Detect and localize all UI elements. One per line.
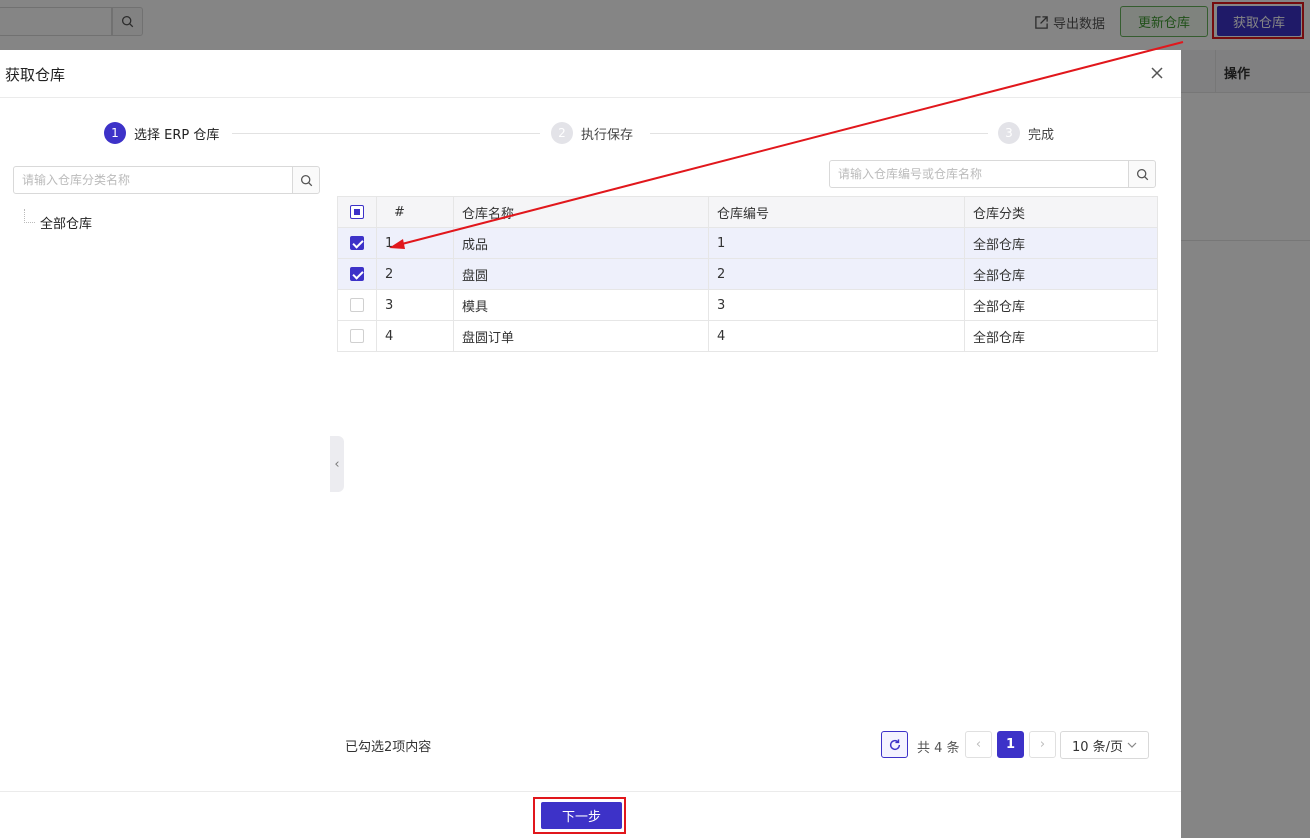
cell-warehouse-category: 全部仓库 — [964, 227, 1158, 259]
cell-index: 4 — [376, 320, 454, 352]
collapse-panel-handle[interactable]: ‹ — [330, 436, 344, 492]
selected-count-text: 已勾选2项内容 — [345, 740, 432, 755]
step-connector — [232, 133, 540, 134]
row-checkbox[interactable] — [350, 298, 364, 312]
page-1-button[interactable]: 1 — [997, 731, 1024, 758]
page-size-select[interactable]: 10 条/页 — [1060, 731, 1149, 759]
dialog-title: 获取仓库 — [5, 66, 66, 84]
chevron-down-icon — [1127, 742, 1137, 748]
step-number: 1 — [104, 122, 126, 144]
table-row[interactable]: 3 模具 3 全部仓库 — [337, 289, 1158, 321]
select-all-checkbox[interactable] — [350, 205, 364, 219]
row-select-cell[interactable] — [337, 258, 377, 290]
row-checkbox[interactable] — [350, 236, 364, 250]
tree-guide-line — [24, 209, 35, 223]
step-label: 选择 ERP 仓库 — [134, 127, 220, 143]
row-select-cell[interactable] — [337, 289, 377, 321]
cell-warehouse-name: 盘圆 — [453, 258, 709, 290]
pagination-total: 共 4 条 — [917, 741, 960, 756]
warehouse-search-input[interactable] — [829, 160, 1129, 188]
step-connector — [650, 133, 988, 134]
column-header-category: 仓库分类 — [964, 196, 1158, 228]
warehouse-table: # 仓库名称 仓库编号 仓库分类 1 成品 1 全部仓库 2 盘圆 2 全部仓库 3 模具 3 全部仓… — [337, 196, 1158, 352]
fetch-warehouse-dialog: 获取仓库 1 选择 ERP 仓库 2 执行保存 3 完成 全部仓库 ‹ — [0, 50, 1181, 838]
column-header-code: 仓库编号 — [708, 196, 965, 228]
cell-warehouse-category: 全部仓库 — [964, 320, 1158, 352]
chevron-left-icon: ‹ — [975, 737, 982, 752]
cell-warehouse-name: 模具 — [453, 289, 709, 321]
cell-index: 2 — [376, 258, 454, 290]
step-1: 1 选择 ERP 仓库 — [104, 122, 219, 144]
step-label: 执行保存 — [581, 127, 634, 143]
step-2: 2 执行保存 — [551, 122, 633, 144]
page-size-value: 10 条/页 — [1071, 739, 1124, 755]
row-select-cell[interactable] — [337, 227, 377, 259]
cell-warehouse-code: 1 — [708, 227, 965, 259]
close-icon — [1151, 67, 1163, 79]
tree-node-all-warehouses[interactable]: 全部仓库 — [40, 213, 92, 232]
cell-warehouse-code: 4 — [708, 320, 965, 352]
step-number: 2 — [551, 122, 573, 144]
search-icon — [300, 174, 312, 186]
cell-index: 3 — [376, 289, 454, 321]
cell-index: 1 — [376, 227, 454, 259]
table-row[interactable]: 1 成品 1 全部仓库 — [337, 227, 1158, 259]
row-checkbox[interactable] — [350, 267, 364, 281]
prev-page-button[interactable]: ‹ — [965, 731, 992, 758]
column-header-index: # — [376, 196, 454, 228]
chevron-right-icon: › — [1039, 737, 1046, 752]
select-all-cell[interactable] — [337, 196, 377, 228]
divider — [0, 97, 1181, 98]
step-label: 完成 — [1028, 127, 1055, 143]
row-select-cell[interactable] — [337, 320, 377, 352]
cell-warehouse-code: 3 — [708, 289, 965, 321]
table-row[interactable]: 2 盘圆 2 全部仓库 — [337, 258, 1158, 290]
refresh-button[interactable] — [881, 731, 908, 758]
step-3: 3 完成 — [998, 122, 1054, 144]
cell-warehouse-name: 成品 — [453, 227, 709, 259]
cell-warehouse-category: 全部仓库 — [964, 289, 1158, 321]
search-icon — [1136, 168, 1148, 180]
warehouse-search-button[interactable] — [1128, 160, 1156, 188]
table-header-row: # 仓库名称 仓库编号 仓库分类 — [337, 196, 1158, 228]
column-header-name: 仓库名称 — [453, 196, 709, 228]
row-checkbox[interactable] — [350, 329, 364, 343]
chevron-left-icon: ‹ — [334, 456, 340, 472]
next-page-button[interactable]: › — [1029, 731, 1056, 758]
close-button[interactable] — [1148, 64, 1166, 82]
cell-warehouse-name: 盘圆订单 — [453, 320, 709, 352]
step-number: 3 — [998, 122, 1020, 144]
divider — [0, 791, 1181, 792]
next-button-highlight — [533, 797, 626, 834]
refresh-icon — [889, 738, 900, 750]
category-search-input[interactable] — [13, 166, 293, 194]
cell-warehouse-code: 2 — [708, 258, 965, 290]
table-row[interactable]: 4 盘圆订单 4 全部仓库 — [337, 320, 1158, 352]
category-search-button[interactable] — [292, 166, 320, 194]
cell-warehouse-category: 全部仓库 — [964, 258, 1158, 290]
